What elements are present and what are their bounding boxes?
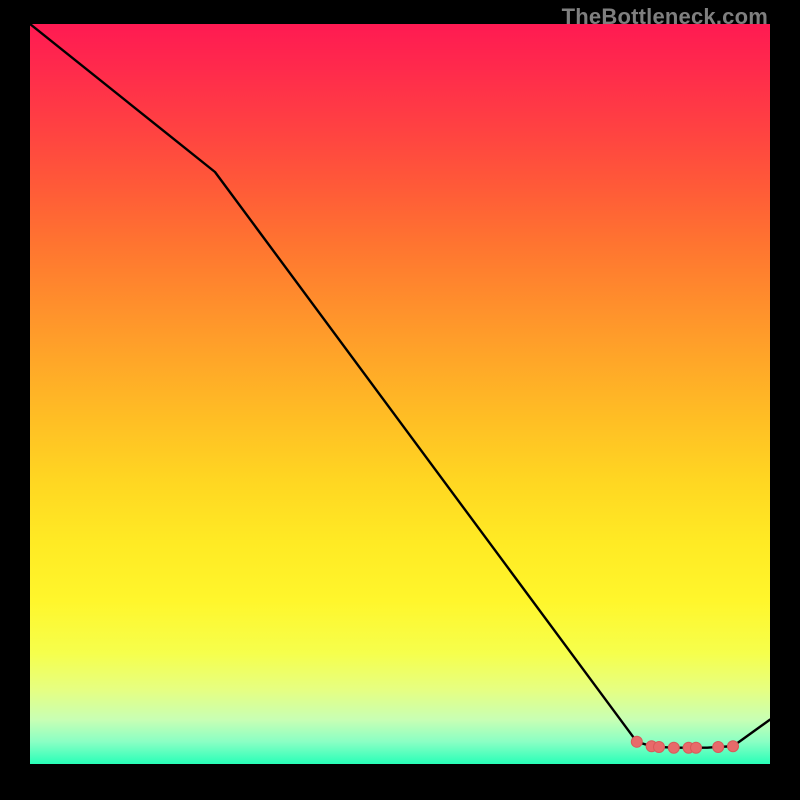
highlight-markers <box>631 736 738 753</box>
series-curve <box>30 24 770 748</box>
marker-point <box>654 741 665 752</box>
marker-point <box>668 742 679 753</box>
plot-area <box>30 24 770 764</box>
marker-point <box>691 742 702 753</box>
chart-svg <box>30 24 770 764</box>
marker-point <box>728 741 739 752</box>
line-layer <box>30 24 770 748</box>
marker-point <box>713 741 724 752</box>
marker-point <box>631 736 642 747</box>
chart-frame: TheBottleneck.com <box>0 0 800 800</box>
